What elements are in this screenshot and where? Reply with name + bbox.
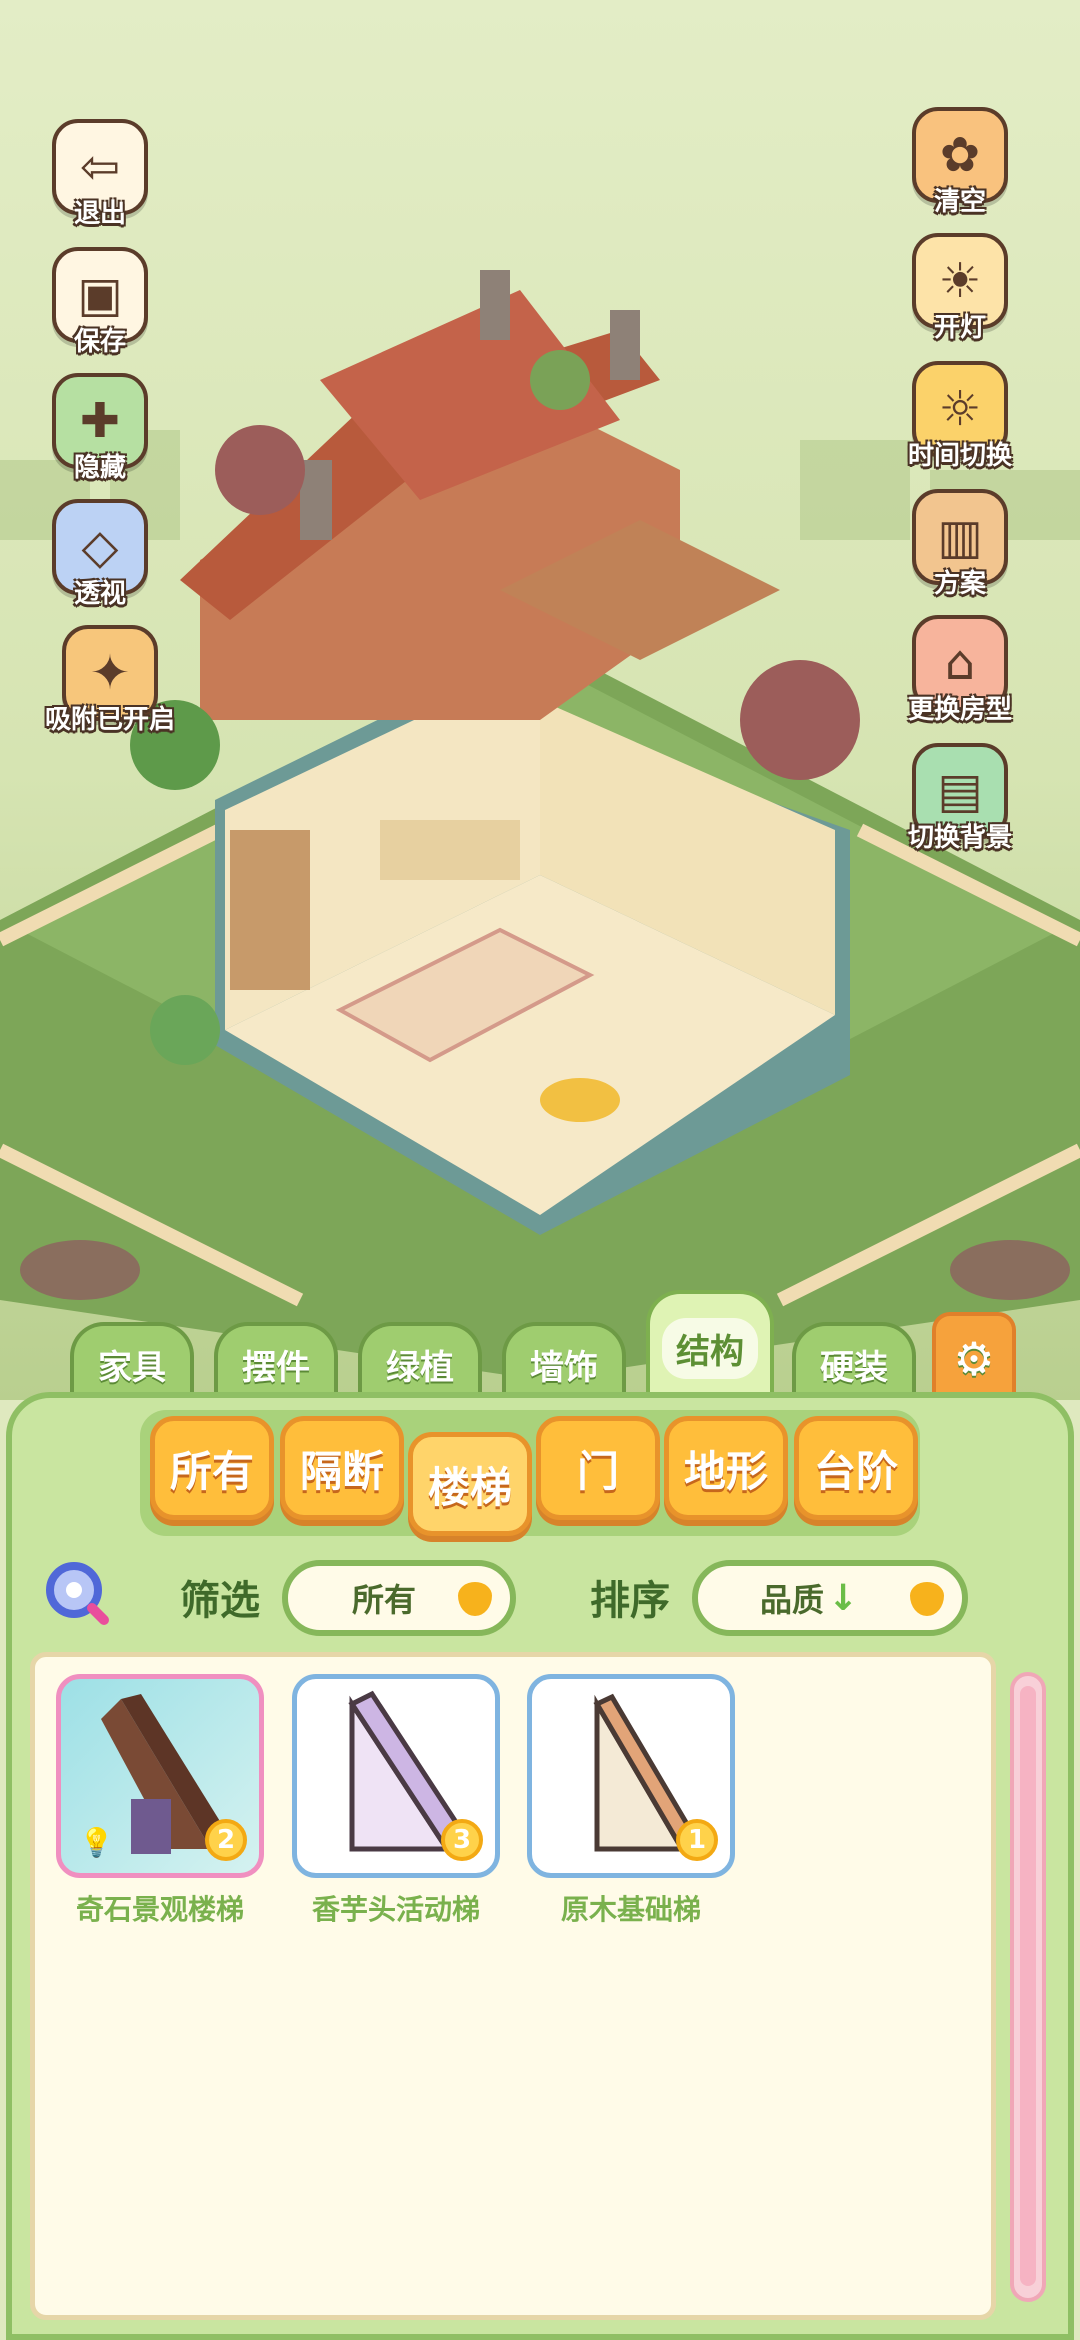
- tab-structure-label: 结构: [662, 1317, 758, 1379]
- lightbulb-icon: 💡: [79, 1826, 114, 1859]
- arrow-down-icon: ↓: [828, 1577, 859, 1619]
- subtab-partition-label: 隔断: [299, 1446, 384, 1496]
- clear-label: 清空: [933, 187, 986, 217]
- tab-furniture-label: 家具: [98, 1347, 166, 1388]
- subtab-steps-label: 台阶: [813, 1446, 898, 1496]
- sort-value: 品质: [760, 1581, 825, 1619]
- scrollbar[interactable]: [1010, 1672, 1046, 2302]
- tab-ornaments[interactable]: 摆件: [214, 1322, 338, 1402]
- subtab-door-label: 门: [576, 1446, 619, 1496]
- tab-hard-decor-label: 硬装: [820, 1347, 888, 1388]
- item-card-taro-ladder[interactable]: 3: [292, 1674, 500, 1878]
- light-label: 开灯: [933, 313, 986, 343]
- change-house-label: 更换房型: [907, 695, 1012, 725]
- perspective-button[interactable]: ◇ 透视: [40, 490, 160, 610]
- item-count-badge: 1: [676, 1819, 718, 1861]
- light-button[interactable]: ☀ 开灯: [900, 224, 1020, 344]
- subtab-terrain-label: 地形: [683, 1446, 768, 1496]
- hide-label: 隐藏: [73, 453, 126, 483]
- plan-button[interactable]: ▥ 方案: [900, 480, 1020, 600]
- item-name-stone-stairs: 奇石景观楼梯: [75, 1893, 244, 1926]
- chevron-down-icon: [458, 1582, 492, 1616]
- tab-ornaments-label: 摆件: [242, 1347, 310, 1388]
- subtab-stairs[interactable]: 楼梯: [408, 1432, 532, 1536]
- search-button[interactable]: [42, 1558, 112, 1628]
- scroll-thumb[interactable]: [1020, 1686, 1036, 2286]
- subtab-all-label: 所有: [169, 1446, 254, 1496]
- search-icon: [46, 1562, 109, 1625]
- sort-label: 排序: [590, 1578, 670, 1624]
- subtab-terrain[interactable]: 地形: [664, 1416, 788, 1520]
- gear-icon: ⚙: [953, 1332, 995, 1386]
- tab-plants[interactable]: 绿植: [358, 1322, 482, 1402]
- save-label: 保存: [73, 327, 126, 357]
- clear-button[interactable]: ✿ 清空: [900, 98, 1020, 218]
- tab-furniture[interactable]: 家具: [70, 1322, 194, 1402]
- item-count-badge: 2: [205, 1819, 247, 1861]
- item-name-wood-ladder: 原木基础梯: [560, 1893, 701, 1926]
- exit-button[interactable]: ⇦ 退出: [40, 110, 160, 230]
- plan-label: 方案: [933, 569, 986, 599]
- hide-button[interactable]: ✚ 隐藏: [40, 364, 160, 484]
- tab-structure[interactable]: 结构: [646, 1290, 774, 1402]
- switch-background-button[interactable]: ▤ 切换背景: [890, 734, 1030, 854]
- item-name-taro-ladder: 香芋头活动梯: [311, 1893, 480, 1926]
- item-card-wood-ladder[interactable]: 1: [527, 1674, 735, 1878]
- change-house-button[interactable]: ⌂ 更换房型: [890, 606, 1030, 726]
- snap-button[interactable]: ✦ 吸附已开启: [40, 616, 180, 736]
- tab-plants-label: 绿植: [386, 1347, 454, 1388]
- subtab-door[interactable]: 门: [536, 1416, 660, 1520]
- tab-hard-decor[interactable]: 硬装: [792, 1322, 916, 1402]
- item-count-badge: 3: [441, 1819, 483, 1861]
- chevron-down-icon: [910, 1582, 944, 1616]
- subtab-partition[interactable]: 隔断: [280, 1416, 404, 1520]
- item-card-stone-stairs[interactable]: 💡 2: [56, 1674, 264, 1878]
- perspective-label: 透视: [73, 579, 126, 609]
- tab-wall-decor-label: 墙饰: [530, 1347, 598, 1388]
- subtab-all[interactable]: 所有: [150, 1416, 274, 1520]
- sort-dropdown[interactable]: 品质 ↓: [692, 1560, 968, 1636]
- filter-value: 所有: [352, 1581, 417, 1619]
- filter-label: 筛选: [180, 1578, 260, 1624]
- save-button[interactable]: ▣ 保存: [40, 238, 160, 358]
- tab-wall-decor[interactable]: 墙饰: [502, 1322, 626, 1402]
- subtab-stairs-label: 楼梯: [427, 1462, 512, 1512]
- filter-dropdown[interactable]: 所有: [282, 1560, 516, 1636]
- snap-label: 吸附已开启: [44, 705, 175, 735]
- switch-background-label: 切换背景: [907, 823, 1012, 853]
- time-switch-button[interactable]: ☼ 时间切换: [890, 352, 1030, 472]
- settings-button[interactable]: ⚙: [932, 1312, 1016, 1402]
- exit-label: 退出: [73, 199, 126, 229]
- subtab-steps[interactable]: 台阶: [794, 1416, 918, 1520]
- time-switch-label: 时间切换: [907, 441, 1012, 471]
